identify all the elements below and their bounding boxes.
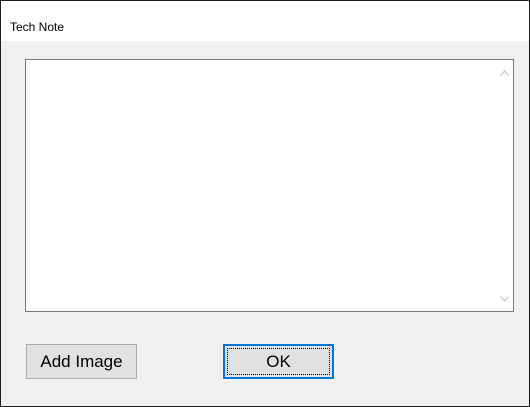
title-bar[interactable]: Tech Note xyxy=(1,1,529,41)
vertical-scrollbar[interactable] xyxy=(496,60,513,311)
ok-button[interactable]: OK xyxy=(223,344,334,379)
add-image-button[interactable]: Add Image xyxy=(26,344,137,379)
window-title: Tech Note xyxy=(10,20,65,34)
tech-note-dialog: Tech Note Add Image OK xyxy=(0,0,530,407)
ok-button-label: OK xyxy=(266,351,291,371)
chevron-up-icon[interactable] xyxy=(496,64,513,81)
chevron-down-icon[interactable] xyxy=(496,290,513,307)
note-text-area[interactable] xyxy=(25,59,514,312)
add-image-button-label: Add Image xyxy=(40,351,123,371)
